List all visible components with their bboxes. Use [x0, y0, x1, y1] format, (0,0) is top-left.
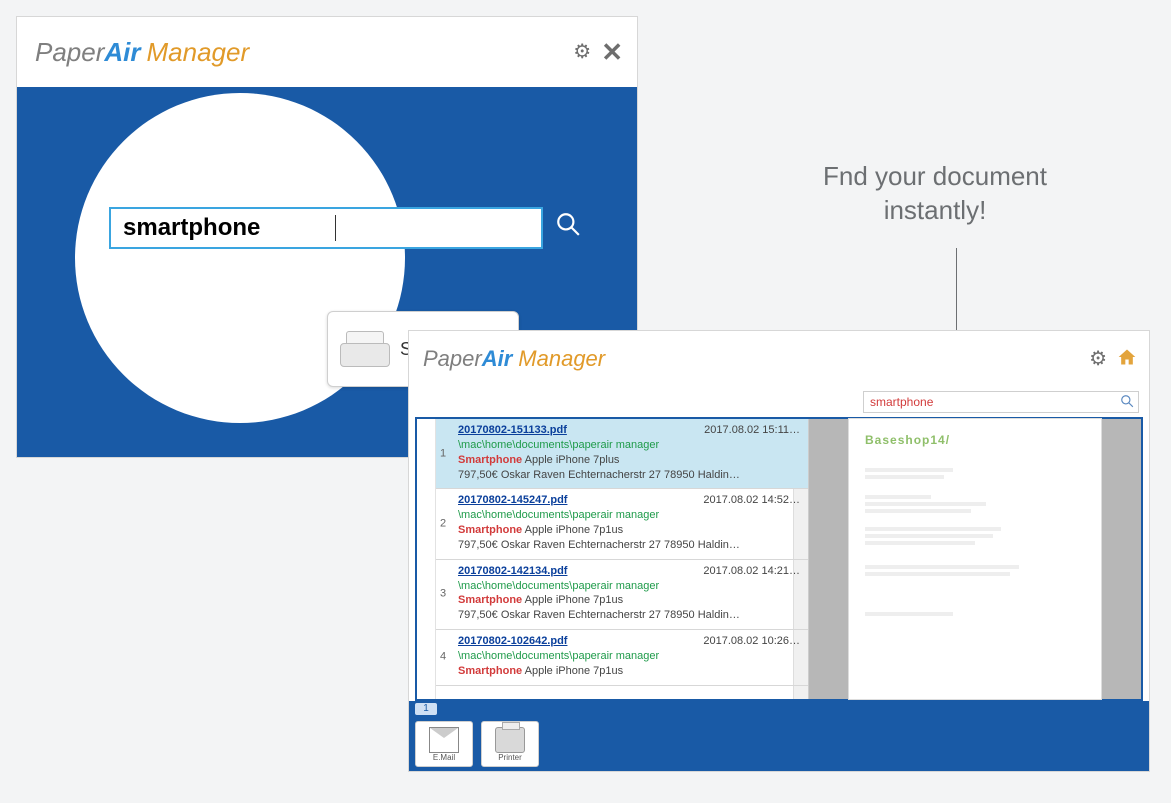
gear-icon[interactable]: ⚙: [1089, 349, 1107, 369]
result-filename[interactable]: 20170802-102642.pdf: [458, 635, 567, 647]
result-highlight: Smartphone: [458, 665, 522, 677]
result-path: \mac\home\documents\paperair manager: [458, 650, 659, 662]
results-footer: 1 E.Mail Printer: [409, 701, 1149, 771]
document-preview[interactable]: Baseshop14/: [849, 419, 1101, 699]
result-row[interactable]: 2 20170802-145247.pdf 2017.08.02 14:52… \ma…: [436, 489, 808, 559]
result-excerpt: Apple iPhone 7plus: [522, 454, 619, 466]
result-timestamp: 2017.08.02 15:11…: [704, 423, 800, 438]
gear-icon[interactable]: ⚙: [573, 42, 591, 62]
callout-text: Fnd your document instantly!: [790, 160, 1080, 228]
result-highlight: Smartphone: [458, 594, 522, 606]
envelope-icon: [429, 727, 459, 753]
result-highlight: Smartphone: [458, 524, 522, 536]
result-row[interactable]: ▶120170802-151133.pdf2017.08.02 15:11…\m…: [436, 419, 808, 489]
results-panel: 4 Data ▶120170802-151133.pdf2017.08.02 1…: [415, 417, 1143, 701]
result-row[interactable]: 3 20170802-142134.pdf 2017.08.02 14:21… \ma…: [436, 560, 808, 630]
preview-pane: Baseshop14/: [808, 419, 1141, 699]
brand-paper: Paper: [35, 37, 104, 68]
search-box[interactable]: [109, 207, 543, 249]
result-path: \mac\home\documents\paperair manager: [458, 439, 659, 451]
result-timestamp: 2017.08.02 14:21…: [703, 564, 800, 579]
search-icon[interactable]: [555, 211, 581, 244]
result-row[interactable]: 4 20170802-102642.pdf 2017.08.02 10:26… \ma…: [436, 630, 808, 686]
app-brand: Paper Air Manager: [423, 346, 605, 372]
results-list: 4 Data ▶120170802-151133.pdf2017.08.02 1…: [436, 419, 808, 699]
titlebar: Paper Air Manager ⚙ ✕: [17, 17, 637, 87]
home-icon[interactable]: [1117, 347, 1137, 371]
result-filename[interactable]: 20170802-145247.pdf: [458, 494, 567, 506]
titlebar: Paper Air Manager ⚙: [409, 331, 1149, 387]
results-search-input[interactable]: [868, 394, 1120, 410]
email-button[interactable]: E.Mail: [415, 721, 473, 767]
brand-air: Air: [104, 37, 140, 68]
search-icon[interactable]: [1120, 394, 1134, 411]
result-excerpt: Apple iPhone 7p1us: [522, 524, 623, 536]
result-details: 797,50€ Oskar Raven Echternacherstr 27 7…: [458, 609, 740, 621]
page-button[interactable]: 1: [415, 703, 437, 715]
result-timestamp: 2017.08.02 14:52…: [703, 493, 800, 508]
results-search-box[interactable]: [863, 391, 1139, 413]
result-timestamp: 2017.08.02 10:26…: [703, 634, 800, 649]
preview-heading: Baseshop14/: [865, 433, 1085, 447]
result-excerpt: Apple iPhone 7p1us: [522, 594, 623, 606]
brand-manager: Manager: [147, 37, 250, 68]
scanner-icon: [338, 327, 390, 371]
row-gutter: [417, 419, 436, 699]
results-window: Paper Air Manager ⚙ 4 Data ▶120170802-15…: [408, 330, 1150, 772]
result-filename[interactable]: 20170802-142134.pdf: [458, 565, 567, 577]
result-details: 797,50€ Oskar Raven Echternacherstr 27 7…: [458, 539, 740, 551]
printer-icon: [495, 727, 525, 753]
app-brand: Paper Air Manager: [35, 37, 249, 68]
result-excerpt: Apple iPhone 7p1us: [522, 665, 623, 677]
row-number: 1: [440, 446, 446, 461]
search-input[interactable]: [111, 214, 335, 242]
row-number: 3: [440, 587, 446, 602]
row-number: 2: [440, 517, 446, 532]
print-button[interactable]: Printer: [481, 721, 539, 767]
row-number: 4: [440, 650, 446, 665]
result-path: \mac\home\documents\paperair manager: [458, 580, 659, 592]
result-details: 797,50€ Oskar Raven Echternacherstr 27 7…: [458, 469, 740, 481]
result-path: \mac\home\documents\paperair manager: [458, 509, 659, 521]
result-highlight: Smartphone: [458, 454, 522, 466]
pager: 1: [409, 701, 1149, 717]
result-filename[interactable]: 20170802-151133.pdf: [458, 424, 567, 436]
close-icon[interactable]: ✕: [601, 39, 623, 65]
